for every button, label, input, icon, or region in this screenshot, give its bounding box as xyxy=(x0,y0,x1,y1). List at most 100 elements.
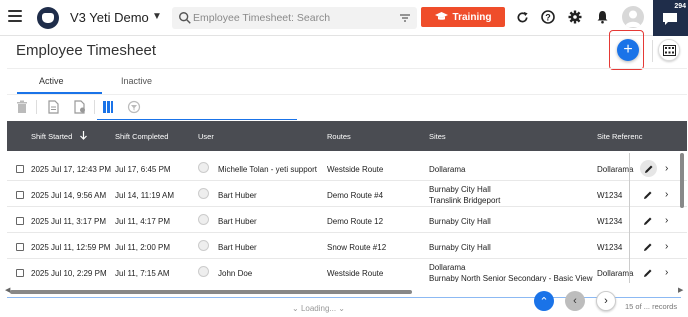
vertical-scrollbar[interactable] xyxy=(680,153,684,208)
grid-toolbar xyxy=(7,94,687,120)
cell-shift-started: 2025 Jul 11, 3:17 PM xyxy=(31,217,107,226)
next-page-button[interactable]: › xyxy=(596,291,616,311)
loading-indicator: ⌄ Loading... ⌄ xyxy=(292,304,346,313)
toolbar-underline xyxy=(97,119,297,120)
cell-sites: Dollarama xyxy=(429,165,466,174)
grid-body: 2025 Jul 17, 12:43 PM Jul 17, 6:45 PM Mi… xyxy=(7,156,687,282)
export-file-icon[interactable] xyxy=(47,100,61,114)
cell-sites: Burnaby City Hall xyxy=(429,243,491,252)
user-icon xyxy=(198,214,209,225)
tab-active[interactable]: Active xyxy=(39,76,64,86)
cell-shift-completed: Jul 11, 2:00 PM xyxy=(115,243,170,252)
previous-page-button[interactable]: ‹ xyxy=(565,291,585,311)
user-icon xyxy=(198,266,209,277)
chevron-right-icon[interactable]: › xyxy=(665,215,668,226)
cell-shift-completed: Jul 14, 11:19 AM xyxy=(115,191,174,200)
search-icon xyxy=(179,12,191,24)
cell-site-reference: W1234 xyxy=(597,191,623,200)
divider xyxy=(652,40,653,62)
file-settings-icon[interactable] xyxy=(73,100,87,114)
cell-site-reference: W1234 xyxy=(597,243,623,252)
search-input[interactable] xyxy=(193,10,388,26)
chevron-right-icon[interactable]: › xyxy=(665,241,668,252)
cell-routes: Westside Route xyxy=(327,165,384,174)
kiosk-button[interactable] xyxy=(658,39,680,61)
row-checkbox[interactable] xyxy=(16,165,24,173)
gear-icon[interactable] xyxy=(567,9,583,25)
edit-pencil-icon[interactable] xyxy=(638,264,658,281)
scroll-to-top-button[interactable]: ⌃ xyxy=(534,291,554,311)
tab-bar: Active Inactive xyxy=(7,68,687,94)
chevron-right-icon[interactable]: › xyxy=(665,267,668,278)
cell-site-reference: Dollarama xyxy=(597,269,634,278)
loading-text: Loading... xyxy=(300,304,337,313)
search-bar[interactable] xyxy=(172,7,417,29)
keypad-icon xyxy=(662,44,676,56)
toolbar-separator xyxy=(36,100,37,114)
user-icon xyxy=(198,188,209,199)
horizontal-scrollbar[interactable] xyxy=(10,290,412,294)
cell-routes: Demo Route #4 xyxy=(327,191,384,200)
row-checkbox[interactable] xyxy=(16,243,24,251)
cell-shift-started: 2025 Jul 10, 2:29 PM xyxy=(31,269,107,278)
app-logo[interactable] xyxy=(37,7,59,29)
cell-shift-started: 2025 Jul 11, 12:59 PM xyxy=(31,243,111,252)
records-count: 15 of ... records xyxy=(625,302,678,311)
column-header-sites[interactable]: Sites xyxy=(429,132,446,141)
cell-routes: Snow Route #12 xyxy=(327,243,387,252)
help-icon[interactable]: ? xyxy=(540,9,556,25)
cell-site-reference: Dollarama xyxy=(597,165,634,174)
cell-user: Bart Huber xyxy=(218,191,257,200)
training-button[interactable]: Training xyxy=(421,7,505,27)
chevron-right-icon[interactable]: › xyxy=(665,163,668,174)
tab-inactive[interactable]: Inactive xyxy=(121,76,152,86)
bell-icon[interactable] xyxy=(594,9,610,25)
column-header-user[interactable]: User xyxy=(198,132,214,141)
table-row[interactable]: 2025 Jul 11, 3:17 PM Jul 11, 4:17 PM Bar… xyxy=(7,208,687,233)
table-row[interactable]: 2025 Jul 14, 9:56 AM Jul 14, 11:19 AM Ba… xyxy=(7,182,687,207)
user-avatar[interactable] xyxy=(622,6,644,28)
edit-pencil-icon[interactable] xyxy=(638,186,658,203)
svg-text:?: ? xyxy=(545,13,551,23)
row-checkbox[interactable] xyxy=(16,269,24,277)
sort-down-icon[interactable] xyxy=(80,131,87,140)
cell-sites: Burnaby City Hall xyxy=(429,217,491,226)
cell-sites-2: Translink Bridgeport xyxy=(429,196,501,205)
table-row[interactable]: 2025 Jul 10, 2:29 PM Jul 11, 7:15 AM Joh… xyxy=(7,260,687,282)
edit-pencil-icon[interactable] xyxy=(640,160,657,177)
filter-icon[interactable] xyxy=(399,12,411,24)
cell-user: John Doe xyxy=(218,269,253,278)
training-label: Training xyxy=(452,11,492,23)
column-header-shift-completed[interactable]: Shift Completed xyxy=(115,132,168,141)
cell-sites: Burnaby City Hall xyxy=(429,185,491,194)
pinned-column-separator xyxy=(629,153,630,283)
edit-pencil-icon[interactable] xyxy=(638,238,658,255)
columns-icon[interactable] xyxy=(101,100,115,114)
cell-sites-2: Burnaby North Senior Secondary - Basic V… xyxy=(429,274,593,282)
trash-icon[interactable] xyxy=(15,100,29,114)
cell-shift-started: 2025 Jul 17, 12:43 PM xyxy=(31,165,112,174)
table-row[interactable]: 2025 Jul 11, 12:59 PM Jul 11, 2:00 PM Ba… xyxy=(7,234,687,259)
cell-site-reference: W1234 xyxy=(597,217,623,226)
edit-pencil-icon[interactable] xyxy=(638,212,658,229)
app-title[interactable]: V3 Yeti Demo xyxy=(70,10,149,25)
add-button[interactable]: + xyxy=(617,39,639,61)
cell-shift-completed: Jul 11, 4:17 PM xyxy=(115,217,170,226)
cell-sites: Dollarama xyxy=(429,263,466,272)
table-row[interactable]: 2025 Jul 17, 12:43 PM Jul 17, 6:45 PM Mi… xyxy=(7,156,687,181)
chevron-right-icon[interactable]: › xyxy=(665,189,668,200)
column-header-shift-started[interactable]: Shift Started xyxy=(31,132,72,141)
hamburger-menu-icon[interactable] xyxy=(8,10,22,24)
filter-circle-icon[interactable] xyxy=(127,100,141,114)
column-header-routes[interactable]: Routes xyxy=(327,132,351,141)
cell-user: Michelle Tolan - yeti support xyxy=(218,165,318,174)
refresh-icon[interactable] xyxy=(514,9,530,25)
cell-user: Bart Huber xyxy=(218,243,257,252)
chevron-down-icon[interactable]: ▼ xyxy=(152,11,162,22)
graduation-cap-icon xyxy=(434,12,448,20)
scroll-right-icon[interactable]: ▶ xyxy=(678,286,683,294)
row-checkbox[interactable] xyxy=(16,191,24,199)
chat-button[interactable]: 294 xyxy=(653,0,688,36)
row-checkbox[interactable] xyxy=(16,217,24,225)
column-header-site-reference[interactable]: Site Referenc xyxy=(597,132,642,141)
